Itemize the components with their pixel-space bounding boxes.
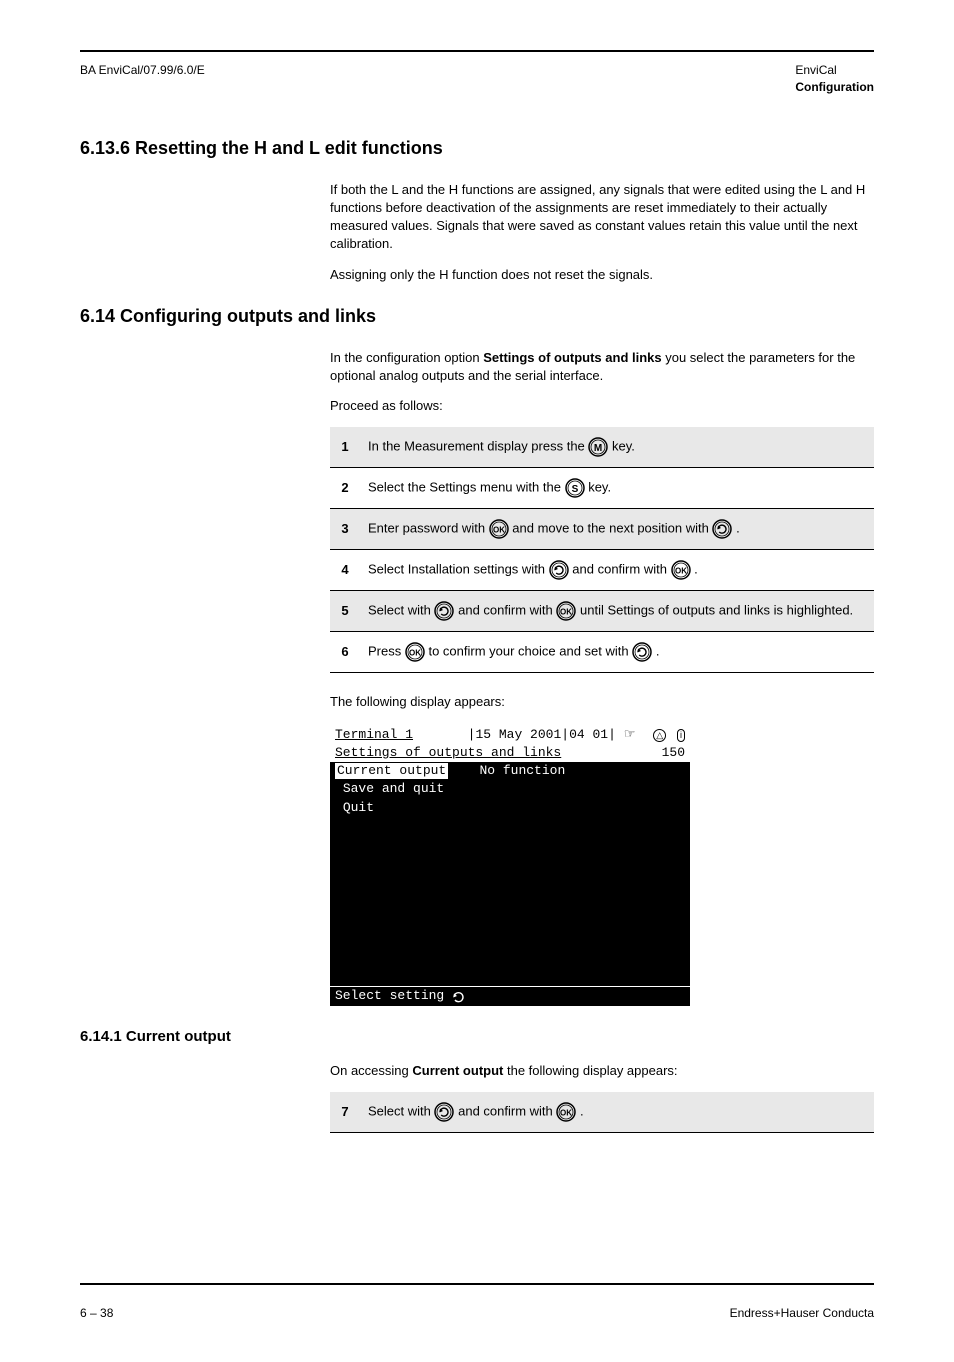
terminal-screenshot: Terminal 1 |15 May 2001|04 01| ☞ △ i Set… (330, 726, 690, 1006)
terminal-subtitle: Settings of outputs and links (335, 745, 561, 761)
ok-key-icon (556, 601, 576, 621)
para-current-output: On accessing Current output the followin… (330, 1062, 874, 1080)
cycle-key-icon (434, 601, 454, 621)
s-key-icon: S (565, 478, 585, 498)
menu-current-output-value: No function (479, 763, 565, 778)
svg-text:S: S (571, 484, 578, 495)
terminal-page-code: 150 (662, 745, 685, 761)
cycle-key-icon (549, 560, 569, 580)
para-reset-2: Assigning only the H function does not r… (330, 266, 874, 284)
cycle-key-icon (632, 642, 652, 662)
menu-quit: Quit (343, 800, 374, 815)
cycle-key-icon (434, 1102, 454, 1122)
ok-key-icon (556, 1102, 576, 1122)
ok-key-icon (489, 519, 509, 539)
ok-key-icon (671, 560, 691, 580)
after-steps-1: The following display appears: (330, 693, 874, 711)
section-6-14-title: 6.14 Configuring outputs and links (80, 304, 874, 329)
procedure-table-1: 1 In the Measurement display press the M… (330, 427, 874, 673)
chapter-name: Configuration (795, 80, 874, 94)
para-reset-1: If both the L and the H functions are as… (330, 181, 874, 254)
warning-icon: △ (653, 729, 666, 742)
step-6: 6 Press to confirm your choice and set w… (330, 632, 874, 673)
product-name: EnviCal (795, 63, 836, 77)
terminal-title: Terminal 1 (335, 727, 413, 742)
menu-current-output: Current output (335, 763, 448, 779)
page-number: 6 – 38 (80, 1305, 113, 1322)
procedure-table-2: 7 Select with and confirm with . (330, 1092, 874, 1133)
step-num: 6 (330, 632, 360, 673)
cycle-icon (450, 989, 466, 1005)
step-2: 2 Select the Settings menu with the S ke… (330, 468, 874, 509)
step-num: 5 (330, 591, 360, 632)
step-3: 3 Enter password with and move to the ne… (330, 509, 874, 550)
proceed-label: Proceed as follows: (330, 397, 874, 415)
section-6-14-1-title: 6.14.1 Current output (80, 1026, 874, 1047)
terminal-date: 15 May 2001 (475, 727, 561, 742)
m-key-icon: M (588, 437, 608, 457)
step-num: 4 (330, 550, 360, 591)
step-7: 7 Select with and confirm with . (330, 1092, 874, 1133)
ok-key-icon (405, 642, 425, 662)
step-num: 2 (330, 468, 360, 509)
svg-text:M: M (594, 443, 602, 454)
para-outputs-intro: In the configuration option Settings of … (330, 349, 874, 385)
cycle-key-icon (712, 519, 732, 539)
terminal-footer: Select setting (335, 988, 444, 1004)
step-num: 3 (330, 509, 360, 550)
step-5: 5 Select with and confirm with until Set… (330, 591, 874, 632)
terminal-clock: 04 01 (569, 727, 608, 742)
step-num: 1 (330, 427, 360, 468)
doc-id: BA EnviCal/07.99/6.0/E (80, 63, 205, 77)
step-1: 1 In the Measurement display press the M… (330, 427, 874, 468)
step-4: 4 Select Installation settings with and … (330, 550, 874, 591)
hand-icon: ☞ (624, 727, 636, 742)
step-num: 7 (330, 1092, 360, 1133)
menu-save-quit: Save and quit (343, 781, 444, 796)
section-6-13-6-title: 6.13.6 Resetting the H and L edit functi… (80, 136, 874, 161)
info-icon: i (677, 729, 685, 742)
company-name: Endress+Hauser Conducta (730, 1305, 874, 1322)
